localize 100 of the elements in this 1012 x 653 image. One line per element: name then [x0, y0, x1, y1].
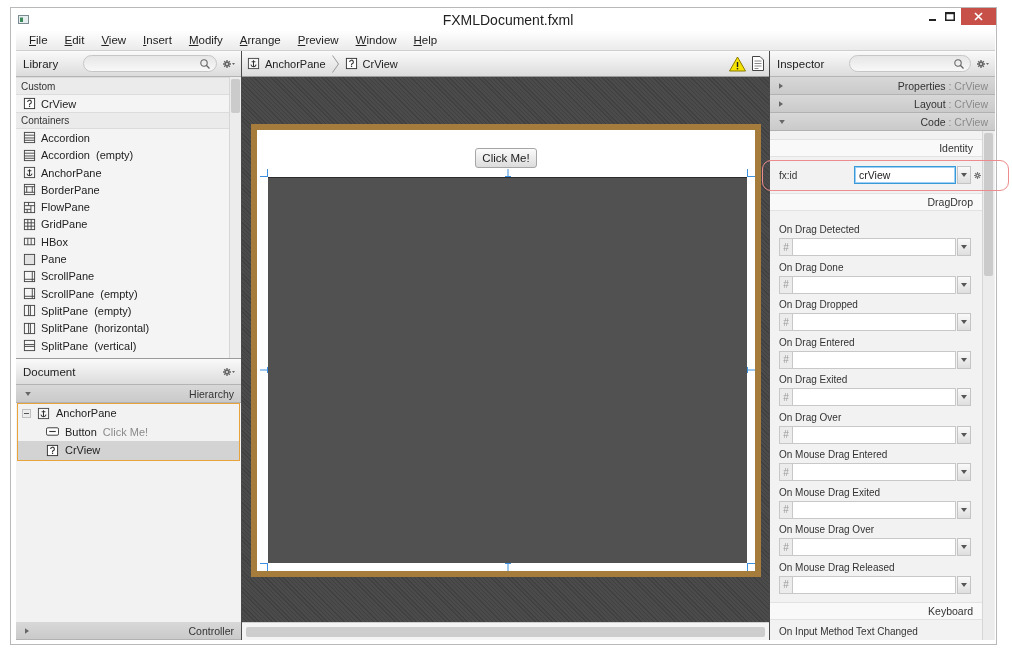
- question-box-icon: [344, 57, 358, 70]
- dropdown-button[interactable]: [957, 500, 971, 519]
- panel-title: Inspector: [777, 57, 825, 70]
- button-icon: [46, 425, 59, 439]
- library-item[interactable]: CrView: [16, 95, 229, 113]
- settings-icon[interactable]: [223, 59, 235, 68]
- library-item[interactable]: AnchorPane: [16, 163, 229, 182]
- settings-icon[interactable]: [223, 367, 235, 376]
- handler-field[interactable]: [792, 425, 956, 444]
- tree-item[interactable]: Button Click Me!: [18, 422, 239, 441]
- dropdown-button[interactable]: [957, 313, 971, 331]
- section-bar[interactable]: Code : CrView: [770, 113, 995, 131]
- click-me-button[interactable]: Click Me!: [475, 148, 537, 168]
- library-item[interactable]: Accordion (empty): [16, 146, 229, 164]
- handler-field[interactable]: [792, 463, 956, 481]
- event-label: On Mouse Drag Entered: [778, 448, 889, 462]
- handler-field[interactable]: [792, 350, 956, 369]
- handler-field[interactable]: [792, 238, 956, 256]
- caret-down-icon: [961, 282, 967, 287]
- controller-bar[interactable]: Controller: [16, 622, 241, 640]
- handler-field[interactable]: [792, 538, 956, 556]
- library-item[interactable]: GridPane: [16, 215, 229, 234]
- library-item[interactable]: Pane: [16, 250, 229, 268]
- gear-icon[interactable]: [974, 171, 981, 179]
- handler-field[interactable]: [792, 575, 956, 594]
- caret-down-icon: [961, 507, 967, 512]
- scrollbar-thumb[interactable]: [246, 627, 765, 637]
- caret-down-icon: [961, 470, 967, 474]
- handler-field[interactable]: [792, 500, 956, 519]
- resize-handle-icon[interactable]: [260, 366, 268, 374]
- vertical-split-icon: [23, 304, 36, 318]
- event-label: On Drag Done: [778, 260, 845, 275]
- anchor-pane-area[interactable]: Click Me!: [251, 124, 761, 577]
- section-bar[interactable]: Properties : CrView: [770, 77, 995, 95]
- dropdown-button[interactable]: [957, 538, 971, 556]
- breadcrumb-item[interactable]: CrView: [344, 57, 398, 70]
- library-item[interactable]: Accordion: [16, 129, 229, 147]
- dropdown-button[interactable]: [957, 275, 971, 294]
- minus-box-icon[interactable]: [22, 408, 31, 418]
- library-item[interactable]: ScrollPane (empty): [16, 284, 229, 303]
- breadcrumb-item[interactable]: AnchorPane: [247, 57, 326, 70]
- caret-down-icon: [961, 395, 967, 399]
- resize-handle-icon[interactable]: [260, 169, 268, 177]
- tree-item[interactable]: CrView: [18, 441, 239, 460]
- handler-field[interactable]: [792, 313, 956, 331]
- search-field[interactable]: [849, 55, 971, 72]
- dropdown-button[interactable]: [957, 425, 971, 444]
- menu-item[interactable]: Insert: [135, 33, 181, 48]
- question-box-icon: [23, 97, 36, 111]
- library-item[interactable]: SplitPane (empty): [16, 302, 229, 320]
- event-label: On Drag Dropped: [778, 298, 859, 312]
- menu-item[interactable]: Help: [405, 33, 447, 48]
- scrollbar-thumb[interactable]: [231, 79, 240, 113]
- dropdown-button[interactable]: [957, 350, 971, 369]
- tree-item[interactable]: AnchorPane: [18, 404, 239, 423]
- handler-field[interactable]: [792, 275, 956, 294]
- close-icon: [974, 12, 983, 21]
- menu-item[interactable]: Preview: [289, 33, 348, 48]
- resize-handle-icon[interactable]: [260, 563, 268, 571]
- section-bar[interactable]: Layout : CrView: [770, 95, 995, 113]
- search-field[interactable]: [83, 55, 217, 72]
- resize-handle-icon[interactable]: [503, 169, 512, 177]
- scrollbar[interactable]: [982, 131, 994, 640]
- close-button[interactable]: [961, 8, 996, 25]
- menu-item[interactable]: View: [93, 33, 136, 48]
- hierarchy-bar[interactable]: Hierarchy: [16, 385, 241, 403]
- scrollbar-thumb[interactable]: [984, 133, 993, 276]
- dropdown-button[interactable]: [957, 463, 971, 481]
- document-icon[interactable]: [752, 56, 764, 71]
- scrollbar[interactable]: [242, 622, 769, 640]
- caret-down-icon: [961, 320, 967, 324]
- menu-item[interactable]: File: [21, 33, 57, 48]
- menu-item[interactable]: Modify: [180, 33, 232, 48]
- warning-icon[interactable]: [729, 55, 746, 72]
- stacked-bands-icon: [23, 131, 36, 145]
- library-item[interactable]: FlowPane: [16, 198, 229, 216]
- scrollbar[interactable]: [229, 77, 241, 358]
- library-item[interactable]: ScrollPane: [16, 267, 229, 285]
- dropdown-button[interactable]: [957, 388, 971, 406]
- resize-handle-icon[interactable]: [747, 366, 755, 374]
- id-field[interactable]: crView: [854, 166, 956, 184]
- menu-item[interactable]: Window: [347, 33, 406, 48]
- dropdown-button[interactable]: [957, 238, 971, 256]
- library-item[interactable]: SplitPane (vertical): [16, 336, 229, 355]
- section-header: Keyboard: [770, 602, 982, 620]
- dropdown-button[interactable]: [957, 575, 971, 594]
- resize-handle-icon[interactable]: [747, 563, 755, 571]
- resize-handle-icon[interactable]: [503, 563, 512, 571]
- menu-item[interactable]: Edit: [56, 33, 94, 48]
- event-label: On Drag Exited: [778, 373, 849, 387]
- library-item[interactable]: HBox: [16, 233, 229, 251]
- library-item[interactable]: BorderPane: [16, 181, 229, 199]
- panel-title: Document: [23, 365, 76, 378]
- prefix-label: #: [779, 463, 792, 481]
- library-item[interactable]: SplitPane (horizontal): [16, 319, 229, 337]
- dropdown-button[interactable]: [957, 166, 971, 184]
- handler-field[interactable]: [792, 388, 956, 406]
- resize-handle-icon[interactable]: [747, 169, 755, 177]
- settings-icon[interactable]: [977, 59, 989, 68]
- menu-item[interactable]: Arrange: [231, 33, 290, 48]
